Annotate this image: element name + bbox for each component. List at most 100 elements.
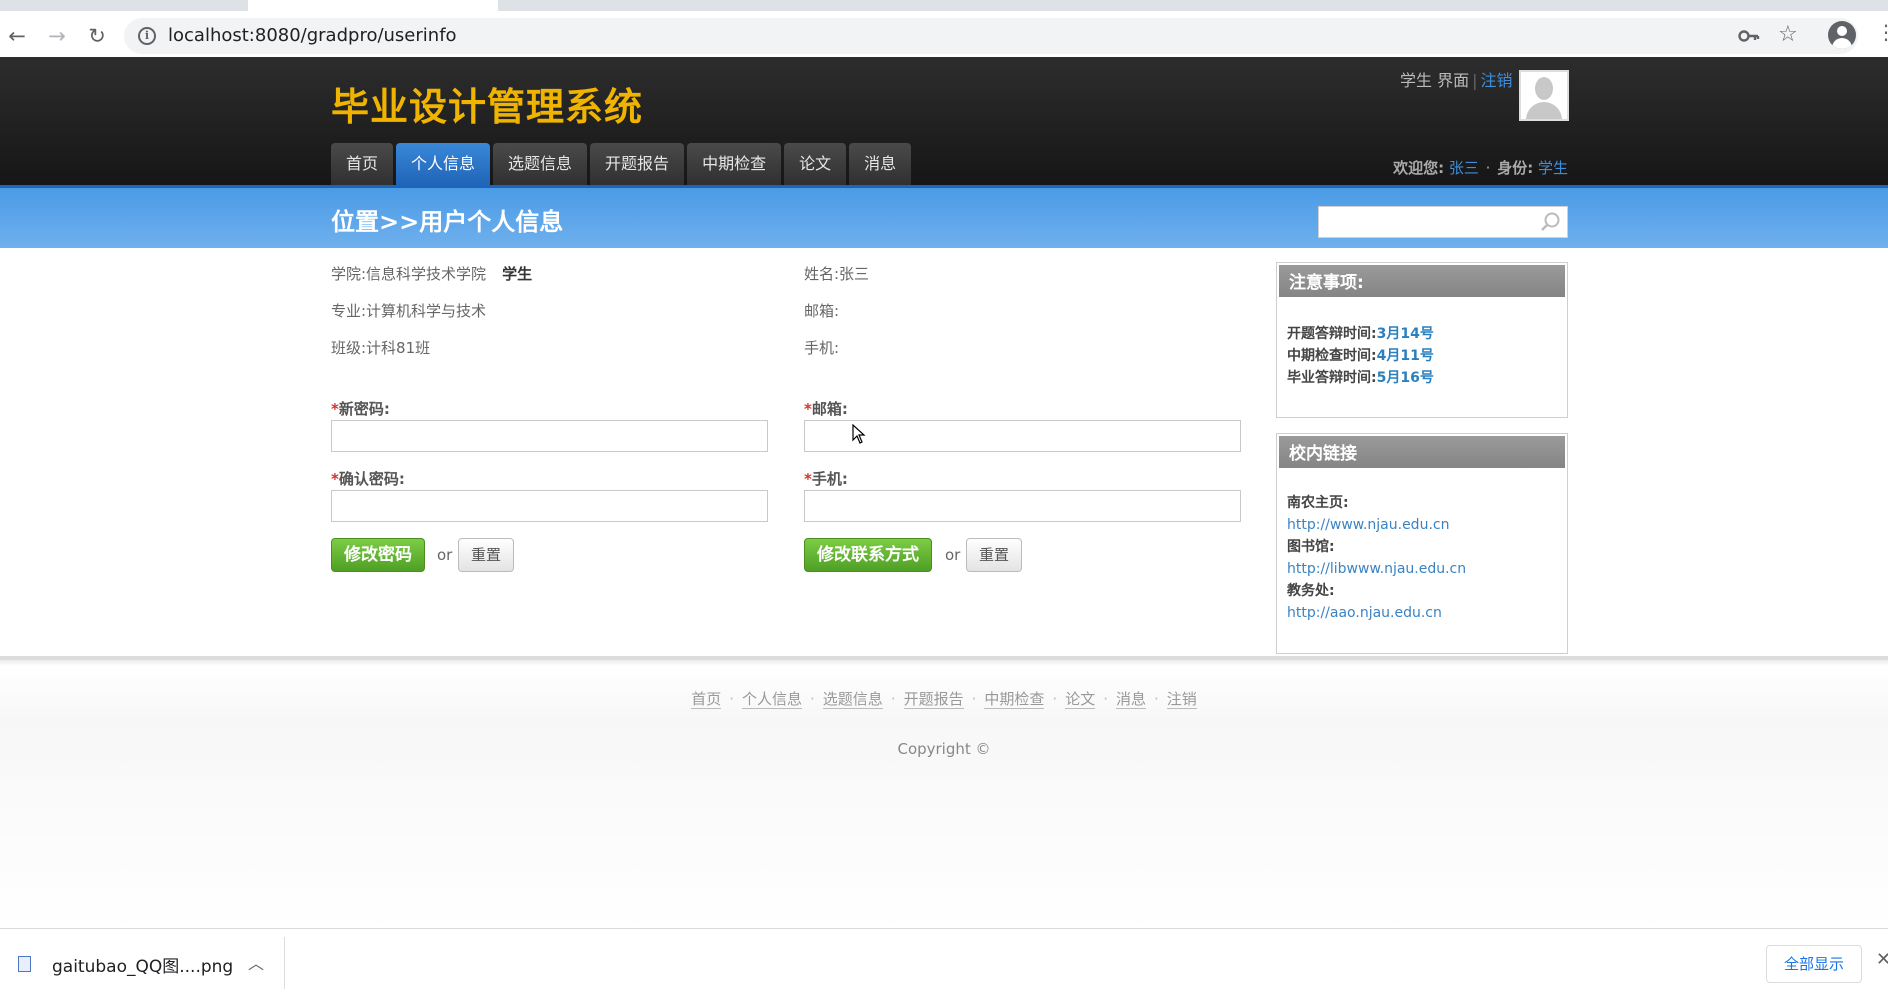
link-label: 南农主页: — [1287, 495, 1349, 511]
close-icon[interactable]: ✕ — [1876, 949, 1888, 970]
url-text[interactable]: localhost:8080/gradpro/userinfo — [168, 25, 457, 46]
contact-reset-button[interactable]: 重置 — [966, 538, 1022, 572]
confirm-password-label-text: 确认密码: — [338, 470, 405, 488]
site-title: 毕业设计管理系统 — [331, 85, 644, 129]
footer-link-logout[interactable]: 注销 — [1166, 690, 1197, 709]
footer-link-midterm[interactable]: 中期检查 — [984, 690, 1045, 709]
new-password-label-text: 新密码: — [338, 400, 390, 418]
footer-link-home[interactable]: 首页 — [691, 690, 722, 709]
search-input[interactable] — [1319, 207, 1529, 237]
footer-link-proposal[interactable]: 开题报告 — [903, 690, 964, 709]
footer-separator: · — [1154, 690, 1159, 708]
footer-nav: 首页 · 个人信息 · 选题信息 · 开题报告 · 中期检查 · 论文 · 消息 · 注销 — [0, 688, 1888, 709]
change-password-button[interactable]: 修改密码 — [331, 538, 425, 572]
identity-value[interactable]: 学生 — [1538, 159, 1568, 177]
nav-item-messages[interactable]: 消息 — [849, 143, 912, 185]
search-icon[interactable] — [1539, 211, 1561, 233]
address-bar[interactable]: i localhost:8080/gradpro/userinfo ☆ — [124, 18, 1858, 54]
password-reset-button[interactable]: 重置 — [458, 538, 514, 572]
link-label: 教务处: — [1287, 583, 1335, 599]
welcome-dot: · — [1485, 159, 1491, 177]
footer-link-topics[interactable]: 选题信息 — [822, 690, 883, 709]
role-page-link[interactable]: 学生 界面 — [1400, 71, 1469, 90]
nav-item-topics[interactable]: 选题信息 — [493, 143, 588, 185]
identity-label: 身份: — [1497, 159, 1534, 177]
notice-item: 毕业答辩时间:5月16号 — [1287, 367, 1557, 389]
links-panel: 校内链接 南农主页: http://www.njau.edu.cn 图书馆: h… — [1276, 433, 1568, 654]
links-panel-title: 校内链接 — [1277, 434, 1567, 470]
browser-tab[interactable] — [0, 0, 248, 11]
confirm-password-label: *确认密码: — [331, 468, 405, 489]
download-divider — [284, 937, 285, 989]
footer-separator: · — [729, 690, 734, 708]
notice-item-date: 3月14号 — [1376, 326, 1434, 342]
logout-link[interactable]: 注销 — [1480, 71, 1512, 90]
nav-item-proposal[interactable]: 开题报告 — [590, 143, 685, 185]
nav-item-home[interactable]: 首页 — [331, 143, 394, 185]
college-info: 学院:信息科学技术学院 学生 — [331, 263, 532, 284]
main-content: 学院:信息科学技术学院 学生 专业:计算机科学与技术 班级:计科81班 姓名:张三… — [0, 248, 1888, 656]
main-nav: 首页 个人信息 选题信息 开题报告 中期检查 论文 消息 — [331, 143, 914, 185]
required-mark: * — [804, 470, 812, 488]
reload-icon[interactable]: ↻ — [83, 22, 111, 50]
email-field[interactable] — [804, 420, 1241, 452]
change-contact-button[interactable]: 修改联系方式 — [804, 538, 932, 572]
link-url[interactable]: http://libwww.njau.edu.cn — [1287, 558, 1557, 580]
footer-link-messages[interactable]: 消息 — [1115, 690, 1146, 709]
notice-item: 中期检查时间:4月11号 — [1287, 345, 1557, 367]
top-links-separator: | — [1472, 71, 1478, 90]
notice-panel: 注意事项: 开题答辩时间:3月14号 中期检查时间:4月11号 毕业答辩时间:5… — [1276, 262, 1568, 418]
file-icon — [18, 956, 31, 972]
or-text: or — [945, 546, 961, 564]
site-info-icon[interactable]: i — [138, 27, 156, 45]
link-label: 图书馆: — [1287, 539, 1335, 555]
search-box — [1318, 206, 1568, 238]
browser-tab[interactable] — [498, 0, 1888, 11]
email-info: 邮箱: — [804, 302, 840, 320]
username-link[interactable]: 张三 — [1449, 159, 1479, 177]
breadcrumb: 位置>>用户个人信息 — [331, 208, 564, 236]
back-icon[interactable]: ← — [3, 22, 31, 50]
menu-icon[interactable]: ⋮ — [1876, 20, 1888, 44]
link-url[interactable]: http://aao.njau.edu.cn — [1287, 602, 1557, 624]
key-icon[interactable] — [1738, 27, 1760, 45]
nav-item-profile[interactable]: 个人信息 — [396, 143, 491, 185]
class-info: 班级:计科81班 — [331, 339, 431, 357]
avatar[interactable] — [1519, 70, 1569, 121]
footer-link-profile[interactable]: 个人信息 — [742, 690, 803, 709]
footer-link-thesis[interactable]: 论文 — [1065, 690, 1096, 709]
college-text: 学院:信息科学技术学院 — [331, 265, 487, 283]
notice-item-date: 4月11号 — [1376, 348, 1434, 364]
phone-field[interactable] — [804, 490, 1241, 522]
show-all-button[interactable]: 全部显示 — [1766, 945, 1862, 983]
email-label: *邮箱: — [804, 398, 848, 419]
location-band: 位置>>用户个人信息 — [0, 185, 1888, 248]
name-info: 姓名:张三 — [804, 265, 870, 283]
footer-separator: · — [810, 690, 815, 708]
notice-item: 开题答辩时间:3月14号 — [1287, 323, 1557, 345]
site-footer: 首页 · 个人信息 · 选题信息 · 开题报告 · 中期检查 · 论文 · 消息 · 注销 Copyrigh… — [0, 656, 1888, 928]
or-text: or — [437, 546, 453, 564]
confirm-password-input[interactable] — [331, 490, 768, 522]
download-file-name[interactable]: gaitubao_QQ图....png — [52, 952, 233, 977]
nav-item-midterm[interactable]: 中期检查 — [687, 143, 782, 185]
phone-info: 手机: — [804, 339, 840, 357]
notice-item-label: 开题答辩时间: — [1287, 326, 1377, 342]
email-label-text: 邮箱: — [811, 400, 848, 418]
chevron-up-icon[interactable]: ︿ — [248, 950, 264, 974]
top-links: 学生 界面 | 注销 — [1400, 67, 1513, 91]
footer-separator: · — [1103, 690, 1108, 708]
site-header: 毕业设计管理系统 学生 界面 | 注销 首页 个人信息 选题信息 开题报告 中期检查… — [0, 57, 1888, 185]
mouse-cursor-icon — [852, 424, 866, 444]
star-icon[interactable]: ☆ — [1778, 22, 1798, 47]
notice-panel-title: 注意事项: — [1277, 263, 1567, 299]
browser-toolbar: ← → ↻ i localhost:8080/gradpro/userinfo … — [0, 14, 1888, 57]
footer-separator: · — [971, 690, 977, 708]
forward-icon[interactable]: → — [43, 22, 71, 50]
new-password-input[interactable] — [331, 420, 768, 452]
nav-item-thesis[interactable]: 论文 — [784, 143, 847, 185]
profile-icon[interactable] — [1828, 21, 1856, 49]
link-url[interactable]: http://www.njau.edu.cn — [1287, 514, 1557, 536]
tab-strip — [0, 0, 1888, 14]
footer-separator: · — [890, 690, 896, 708]
